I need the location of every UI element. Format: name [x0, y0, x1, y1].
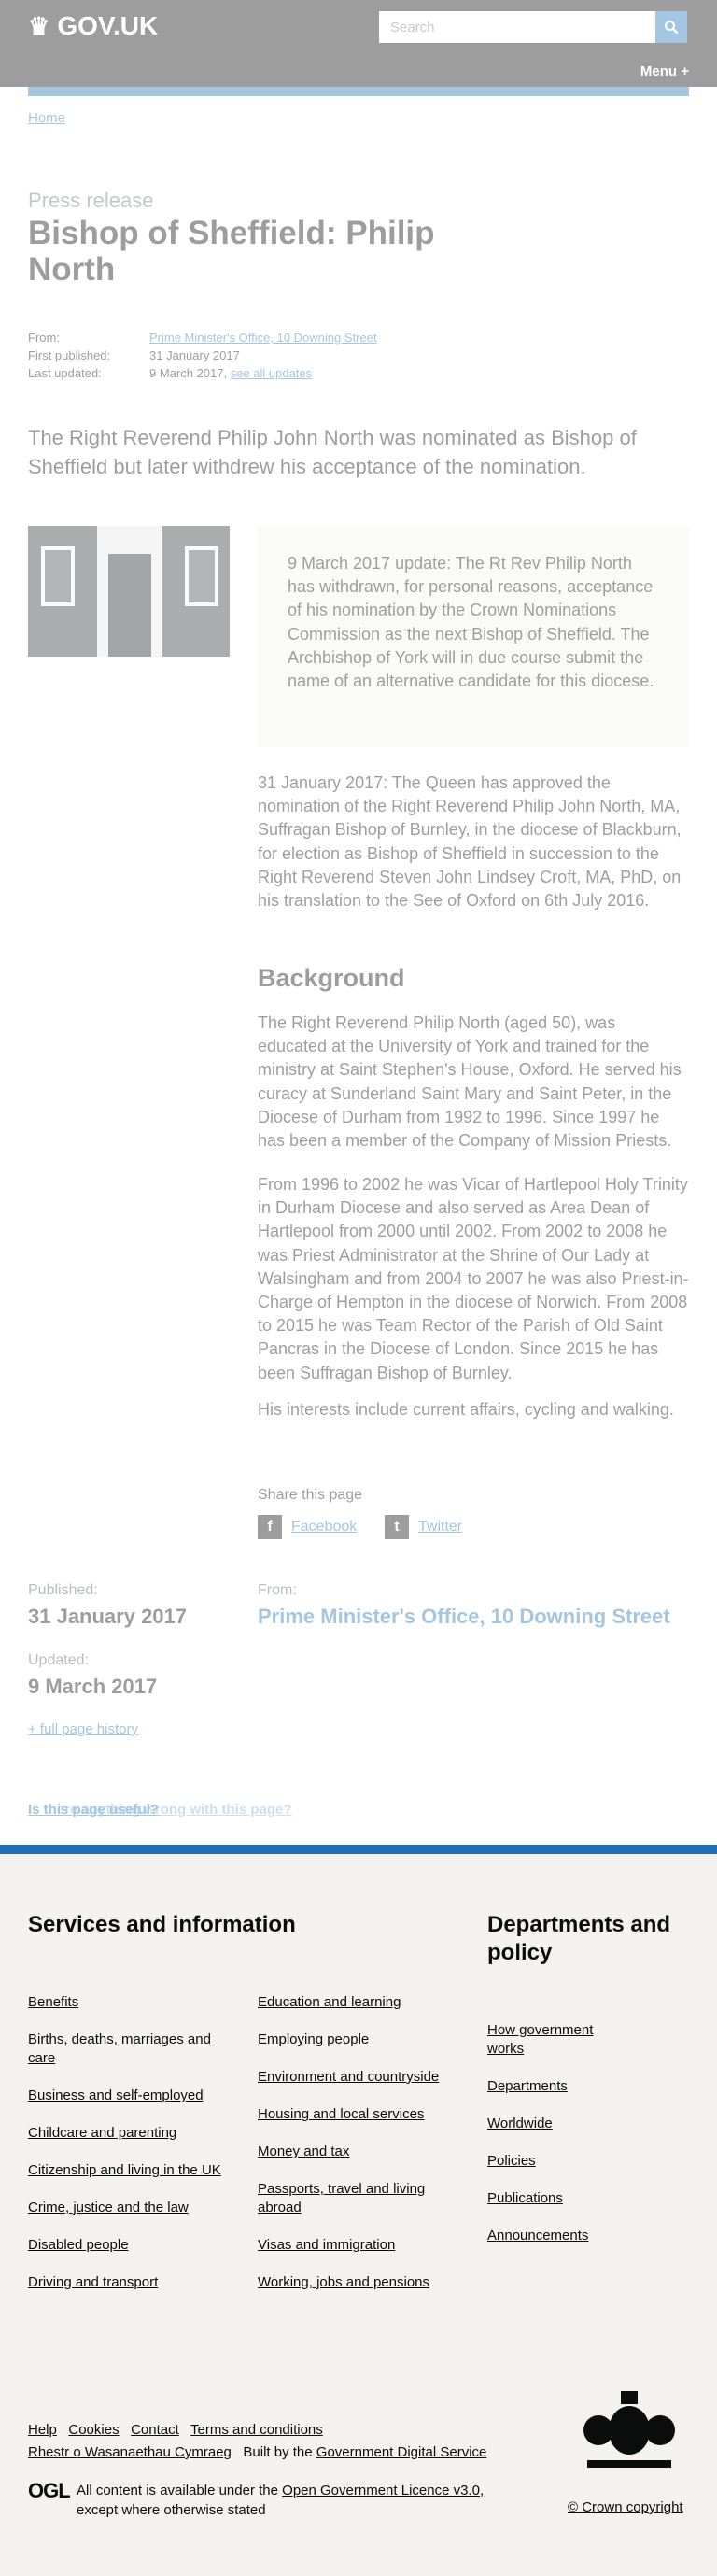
govuk-logo[interactable]: ♛ GOV.UK [28, 11, 158, 41]
crest-icon [583, 2391, 675, 2468]
footer-link[interactable]: Crime, justice and the law [28, 2199, 233, 2217]
background-heading: Background [258, 964, 405, 992]
gds-link[interactable]: Government Digital Service [316, 2444, 487, 2460]
footer-link[interactable]: Driving and transport [28, 2273, 233, 2292]
footer-welsh-link[interactable]: Rhestr o Wasanaethau Cymraeg [28, 2444, 232, 2460]
see-all-updates-link[interactable]: see all updates [231, 366, 312, 384]
footer-link[interactable]: How government works [487, 2021, 618, 2058]
meta-from-label: From: [28, 331, 60, 345]
footer-departments-heading: Departments and policy [487, 1912, 671, 1965]
updated-value: 9 March 2017 [28, 1675, 158, 1698]
search-icon [665, 21, 679, 35]
from-org-link[interactable]: Prime Minister's Office, 10 Downing Stre… [258, 1605, 670, 1629]
share-twitter[interactable]: t Twitter [385, 1515, 462, 1539]
footer-meta-line2: Rhestr o Wasanaethau Cymraeg Built by th… [28, 2444, 486, 2460]
body-paragraph-4: His interests include current affairs, c… [258, 1400, 674, 1419]
royal-coat-of-arms-icon [571, 2382, 687, 2475]
licence-pre: All content is available under the [77, 2483, 278, 2498]
footer-contact-link[interactable]: Contact [131, 2422, 179, 2438]
twitter-icon: t [385, 1515, 409, 1539]
meta-last-updated-label: Last updated: [28, 366, 102, 380]
crown-copyright-link[interactable]: © Crown copyright [568, 2499, 683, 2515]
footer-link[interactable]: Environment and countryside [258, 2068, 463, 2087]
footer-link[interactable]: Departments [487, 2077, 618, 2096]
footer-link[interactable]: Childcare and parenting [28, 2124, 233, 2143]
footer-link[interactable]: Benefits [28, 1993, 233, 2012]
footer-link[interactable]: Announcements [487, 2227, 618, 2245]
downing-street-photo [28, 526, 230, 657]
footer-link[interactable]: Passports, travel and living abroad [258, 2180, 463, 2216]
body-paragraph-1: 31 January 2017: The Queen has approved … [258, 773, 682, 910]
update-callout: 9 March 2017 update: The Rt Rev Philip N… [258, 526, 689, 747]
body-paragraph-2: The Right Reverend Philip North (aged 50… [258, 1013, 682, 1150]
header-blue-bar [28, 87, 689, 96]
from-label: From: [258, 1582, 297, 1598]
metadata: From: Prime Minister's Office, 10 Downin… [28, 331, 377, 384]
lead-paragraph: The Right Reverend Philip John North was… [28, 426, 637, 478]
footer-link[interactable]: Visas and immigration [258, 2236, 463, 2255]
meta-from-link[interactable]: Prime Minister's Office, 10 Downing Stre… [149, 331, 377, 348]
share-facebook[interactable]: f Facebook [258, 1515, 357, 1539]
menu-button[interactable]: Menu + [640, 64, 689, 79]
search-input[interactable] [379, 11, 655, 43]
search-button[interactable] [655, 11, 687, 43]
feedback-wrong-link[interactable]: Is there anything wrong with this page? [28, 1802, 292, 1818]
footer-link[interactable]: Working, jobs and pensions [258, 2273, 463, 2292]
search-form [379, 11, 687, 43]
footer-link[interactable]: Employing people [258, 2031, 463, 2049]
licence-text: All content is available under the Open … [77, 2481, 515, 2520]
built-by-text: Built by the [243, 2444, 313, 2460]
twitter-link[interactable]: Twitter [418, 1519, 462, 1536]
logo-text: GOV.UK [57, 11, 159, 40]
footer-meta-links: Help Cookies Contact Terms and condition… [28, 2422, 323, 2438]
footer-help-link[interactable]: Help [28, 2422, 57, 2438]
footer-cookies-link[interactable]: Cookies [68, 2422, 119, 2438]
ogl-logo: OGL [28, 2479, 71, 2502]
body-paragraph-3: From 1996 to 2002 he was Vicar of Hartle… [258, 1175, 689, 1382]
footer-link[interactable]: Citizenship and living in the UK [28, 2161, 233, 2180]
updated-label: Updated: [28, 1652, 89, 1668]
page-title: Bishop of Sheffield: Philip North [28, 215, 435, 289]
site-header: ♛ GOV.UK Menu + [0, 0, 717, 87]
published-label: Published: [28, 1582, 98, 1598]
meta-first-published-value: 31 January 2017 [149, 348, 240, 362]
facebook-link[interactable]: Facebook [291, 1519, 357, 1536]
footer-link[interactable]: Births, deaths, marriages and care [28, 2031, 233, 2067]
meta-first-published-label: First published: [28, 348, 111, 362]
footer-link[interactable]: Education and learning [258, 1993, 463, 2012]
crown-icon: ♛ [28, 11, 50, 40]
footer-link[interactable]: Publications [487, 2189, 618, 2208]
footer-link[interactable]: Disabled people [28, 2236, 233, 2255]
share-label: Share this page [258, 1487, 363, 1503]
footer-terms-link[interactable]: Terms and conditions [190, 2422, 323, 2438]
footer-link[interactable]: Housing and local services [258, 2105, 463, 2124]
footer-link[interactable]: Business and self-employed [28, 2087, 233, 2105]
licence-link[interactable]: Open Government Licence v3.0 [282, 2483, 480, 2498]
facebook-icon: f [258, 1515, 282, 1539]
document-type-label: Press release [28, 189, 154, 212]
footer-services-heading: Services and information [28, 1912, 296, 1937]
meta-last-updated-value: 9 March 2017, [149, 366, 228, 380]
footer-link[interactable]: Money and tax [258, 2143, 463, 2161]
footer-link[interactable]: Worldwide [487, 2115, 618, 2133]
breadcrumb-home[interactable]: Home [28, 110, 65, 126]
full-history-link[interactable]: + full page history [28, 1721, 138, 1737]
footer-link[interactable]: Policies [487, 2152, 618, 2171]
published-value: 31 January 2017 [28, 1605, 188, 1628]
